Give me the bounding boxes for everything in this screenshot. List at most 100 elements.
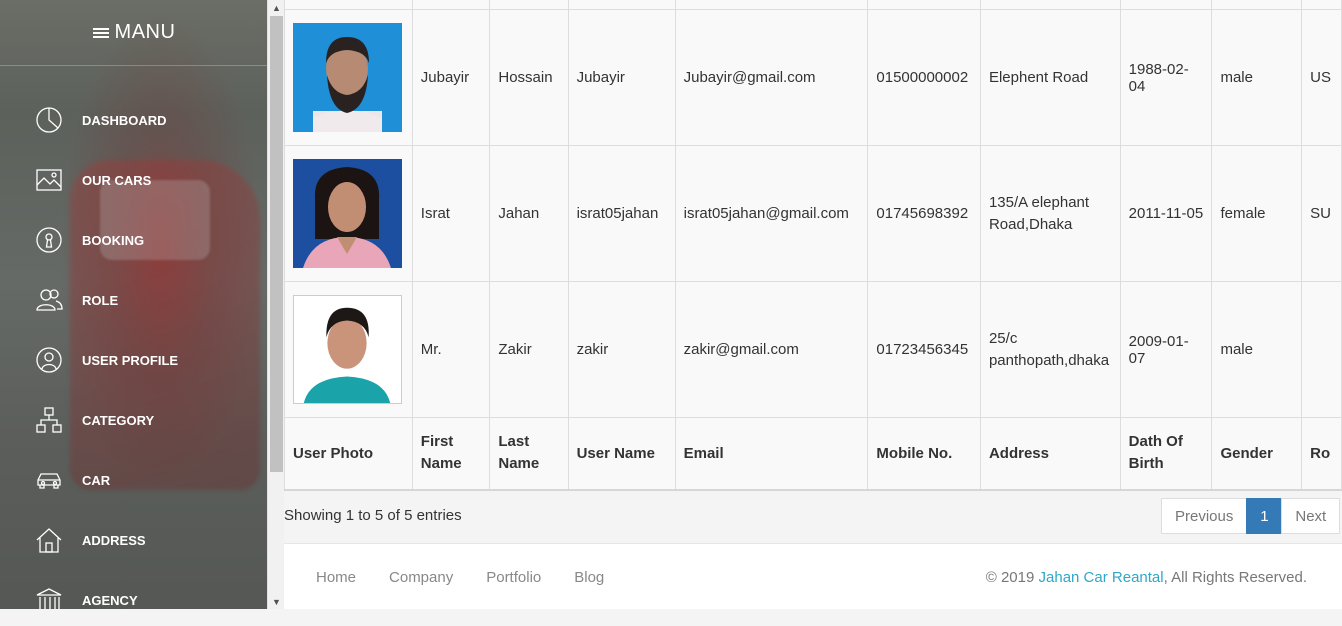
email-cell: Jubayir@gmail.com — [674, 9, 869, 146]
last-name-cell: Zakir — [489, 281, 569, 418]
copyright-prefix: © 2019 — [985, 569, 1039, 586]
username-cell: israt05jahan — [567, 145, 676, 282]
first-name-cell: Jubayir — [411, 9, 491, 146]
home-icon — [36, 528, 62, 553]
table-row: Jubayir Hossain Jubayir Jubayir@gmail.co… — [284, 9, 1342, 146]
user-photo[interactable] — [293, 159, 402, 268]
sidebar: MANU DASHBOARD OUR CARS BOOKING ROLE USE… — [0, 0, 268, 626]
column-header[interactable]: Gender — [1211, 417, 1303, 491]
footer-link-company[interactable]: Company — [389, 569, 453, 586]
sidebar-nav: DASHBOARD OUR CARS BOOKING ROLE USER PRO… — [0, 90, 268, 626]
last-name-cell: Hossain — [489, 9, 569, 146]
gender-cell: female — [1211, 145, 1303, 282]
sidebar-item-label: AGENCY — [82, 592, 138, 608]
sidebar-item-booking[interactable]: BOOKING — [0, 210, 268, 270]
scroll-up-arrow-icon[interactable]: ▲ — [268, 0, 285, 16]
dob-cell: 2011-11-05 — [1119, 145, 1213, 282]
footer-nav: Home Company Portfolio Blog — [316, 569, 637, 586]
column-header[interactable]: Dath Of Birth — [1119, 417, 1213, 491]
sidebar-item-dashboard[interactable]: DASHBOARD — [0, 90, 268, 150]
users-icon — [36, 289, 63, 311]
role-cell — [1301, 281, 1342, 418]
sidebar-item-label: USER PROFILE — [82, 352, 179, 368]
footer: Home Company Portfolio Blog © 2019 Jahan… — [284, 543, 1342, 609]
pie-chart-icon — [36, 107, 62, 133]
column-header[interactable]: Ro — [1301, 417, 1342, 491]
column-header[interactable]: User Photo — [284, 417, 413, 491]
image-icon — [36, 169, 62, 191]
dob-cell: 1988-02-04 — [1119, 9, 1213, 146]
next-page-button[interactable]: Next — [1281, 498, 1341, 534]
column-header[interactable]: Email — [674, 417, 869, 491]
sidebar-item-car[interactable]: CAR — [0, 450, 268, 510]
sidebar-item-category[interactable]: CATEGORY — [0, 390, 268, 450]
email-cell: zakir@gmail.com — [674, 281, 869, 418]
last-name-cell: Jahan — [489, 145, 569, 282]
sidebar-title: MANU — [114, 21, 176, 43]
keyhole-icon — [36, 227, 62, 253]
gender-cell: male — [1211, 281, 1303, 418]
sidebar-item-label: BOOKING — [82, 232, 145, 248]
mobile-cell: 01500000002 — [867, 9, 981, 146]
scrollbar-thumb[interactable] — [270, 16, 283, 472]
email-cell: israt05jahan@gmail.com — [674, 145, 869, 282]
mobile-cell: 01723456345 — [867, 281, 981, 418]
car-icon — [37, 473, 61, 489]
page-1-button[interactable]: 1 — [1246, 498, 1283, 534]
previous-page-button[interactable]: Previous — [1161, 498, 1248, 534]
brand-link[interactable]: Jahan Car Reantal — [1039, 569, 1164, 586]
table-row: Israt Jahan israt05jahan israt05jahan@gm… — [284, 145, 1342, 282]
sidebar-item-label: ROLE — [82, 292, 119, 308]
user-photo-cell — [284, 9, 413, 146]
first-name-cell: Israt — [411, 145, 491, 282]
first-name-cell: Mr. — [411, 281, 491, 418]
dob-cell: 2009-01-07 — [1119, 281, 1213, 418]
address-cell: 135/A elephant Road,Dhaka — [979, 145, 1121, 282]
footer-link-blog[interactable]: Blog — [574, 569, 604, 586]
user-photo-cell — [284, 281, 413, 418]
sidebar-item-label: ADDRESS — [82, 532, 146, 548]
table-row: Mr. Zakir zakir zakir@gmail.com 01723456… — [284, 281, 1342, 418]
user-photo[interactable] — [293, 295, 402, 404]
page-bottom-strip — [0, 609, 1342, 626]
main-content: Jubayir Hossain Jubayir Jubayir@gmail.co… — [284, 0, 1342, 626]
column-header[interactable]: First Name — [411, 417, 491, 491]
sidebar-item-label: OUR CARS — [82, 172, 152, 188]
copyright-suffix: , All Rights Reserved. — [1163, 569, 1307, 586]
table-header-row: User Photo First Name Last Name User Nam… — [284, 417, 1342, 491]
column-header[interactable]: Address — [979, 417, 1121, 491]
address-cell: 25/c panthopath,dhaka — [979, 281, 1121, 418]
username-cell: zakir — [567, 281, 676, 418]
sidebar-item-label: CAR — [82, 472, 111, 488]
sidebar-item-role[interactable]: ROLE — [0, 270, 268, 330]
menu-icon[interactable] — [92, 26, 109, 40]
user-circle-icon — [36, 347, 62, 373]
username-cell: Jubayir — [567, 9, 676, 146]
role-cell: SU — [1301, 145, 1342, 282]
footer-link-home[interactable]: Home — [316, 569, 356, 586]
sidebar-scrollbar[interactable]: ▲ ▼ — [267, 0, 284, 610]
pagination: Previous 1 Next — [1161, 498, 1341, 534]
sidebar-item-user-profile[interactable]: USER PROFILE — [0, 330, 268, 390]
column-header[interactable]: Mobile No. — [867, 417, 981, 491]
table-row-partial — [284, 0, 1342, 10]
role-cell: US — [1301, 9, 1342, 146]
footer-link-portfolio[interactable]: Portfolio — [486, 569, 541, 586]
mobile-cell: 01745698392 — [867, 145, 981, 282]
sidebar-header: MANU — [0, 0, 268, 66]
column-header[interactable]: User Name — [567, 417, 676, 491]
users-table: Jubayir Hossain Jubayir Jubayir@gmail.co… — [284, 0, 1342, 491]
user-photo-cell — [284, 145, 413, 282]
sidebar-item-our-cars[interactable]: OUR CARS — [0, 150, 268, 210]
sidebar-item-label: DASHBOARD — [82, 112, 167, 128]
sidebar-item-address[interactable]: ADDRESS — [0, 510, 268, 570]
copyright: © 2019 Jahan Car Reantal, All Rights Res… — [986, 569, 1307, 586]
table-info: Showing 1 to 5 of 5 entries — [284, 507, 462, 524]
column-header[interactable]: Last Name — [489, 417, 569, 491]
sidebar-item-label: CATEGORY — [82, 412, 155, 428]
gender-cell: male — [1211, 9, 1303, 146]
hierarchy-icon — [36, 407, 62, 433]
address-cell: Elephent Road — [979, 9, 1121, 146]
scroll-down-arrow-icon[interactable]: ▼ — [268, 594, 285, 610]
user-photo[interactable] — [293, 23, 402, 132]
